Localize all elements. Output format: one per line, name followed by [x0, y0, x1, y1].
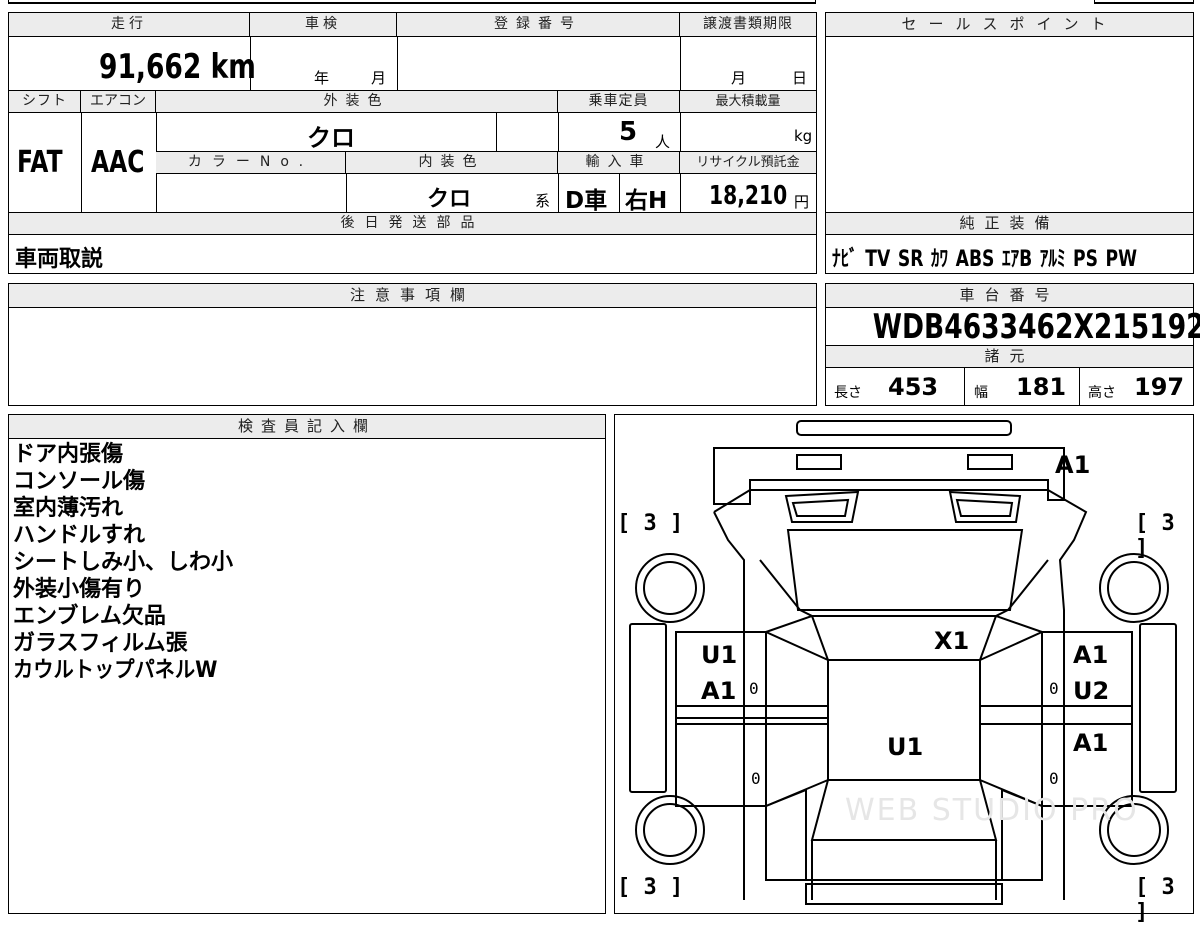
interior-color-header: 内装色: [346, 152, 558, 174]
length-label: 長さ: [834, 385, 862, 401]
sales-point-block: セールスポイント 純正装備 ﾅﾋﾞ TV SR ｶﾜ ABS ｴｱB ｱﾙﾐ P…: [825, 12, 1194, 274]
max-load-header: 最大積載量: [680, 91, 816, 113]
recycle-header: リサイクル預託金: [680, 152, 816, 174]
registration-header: 登録番号: [397, 13, 680, 37]
equipment-list: ﾅﾋﾞ TV SR ｶﾜ ABS ｴｱB ｱﾙﾐ PS PW: [832, 241, 1200, 273]
equipment-item: ｶﾜ: [930, 247, 949, 272]
inspection-year-unit: 年: [314, 69, 330, 87]
inspection-month-unit: 月: [371, 69, 387, 87]
import-header: 輸入車: [558, 152, 680, 174]
tire-tread-rear-left: [ 3 ]: [617, 875, 684, 900]
color-no-header: カラーNo.: [156, 152, 346, 174]
equipment-item: SR: [897, 247, 924, 272]
damage-mark-left-door-2: A1: [701, 677, 737, 705]
damage-mark-right-door-2: U2: [1073, 677, 1110, 705]
equipment-item: ｴｱB: [1001, 247, 1033, 272]
max-load-unit: kg: [794, 127, 813, 145]
inspector-note: ガラスフィルム張: [13, 631, 188, 656]
zero-mark: 0: [1049, 769, 1059, 788]
top-stub-row: [8, 0, 816, 4]
caution-header: 注意事項欄: [9, 284, 816, 308]
recycle-unit: 円: [794, 193, 810, 211]
aircon-value: AAC: [91, 145, 145, 180]
equipment-item: PS: [1073, 247, 1098, 272]
capacity-unit: 人: [655, 133, 671, 151]
width-label: 幅: [974, 385, 988, 401]
height-label: 高さ: [1088, 385, 1116, 401]
capacity-header: 乗車定員: [558, 91, 680, 113]
car-diagram-block: WEB STUDIO PRO A1 X1 U1 A1 A1 U2 U1 A1 0…: [614, 414, 1194, 925]
tire-tread-front-right: [ 3 ]: [1135, 511, 1175, 561]
inspector-note: 室内薄汚れ: [13, 496, 124, 521]
chassis-number: WDB4633462X215192: [872, 307, 1200, 347]
auction-sheet: 走行 車検 登録番号 譲渡書類期限 91,662 km 年 月 月 日 シフト …: [0, 0, 1200, 925]
caution-block: 注意事項欄: [8, 283, 817, 406]
later-parts-value: 車両取説: [15, 247, 104, 272]
zero-mark: 0: [749, 679, 759, 698]
specs-header: 諸元: [826, 346, 1193, 368]
equipment-header: 純正装備: [826, 213, 1193, 235]
capacity-value: 5: [619, 117, 638, 147]
exterior-color-header: 外装色: [156, 91, 558, 113]
damage-mark-left-door: U1: [701, 641, 738, 669]
watermark: WEB STUDIO PRO: [845, 793, 1139, 828]
height-value: 197: [1134, 373, 1185, 401]
equipment-item: PW: [1105, 247, 1138, 272]
aircon-header: エアコン: [81, 91, 156, 113]
interior-color-suffix: 系: [535, 192, 551, 210]
transfer-month-unit: 月: [731, 69, 747, 87]
inspector-note: 外装小傷有り: [13, 577, 146, 602]
interior-color-value: クロ: [427, 187, 472, 212]
damage-mark-right-door: A1: [1073, 641, 1109, 669]
equipment-item: ﾅﾋﾞ: [832, 247, 858, 272]
shift-value: FAT: [17, 145, 63, 180]
damage-mark-center: U1: [887, 733, 924, 761]
chassis-block: 車台番号 WDB4633462X215192 諸元 長さ 453 幅 181 高…: [825, 283, 1200, 406]
inspector-notes: ドア内張傷 コンソール傷 室内薄汚れ ハンドルすれ シートしみ小、しわ小 外装小…: [13, 441, 235, 684]
tire-tread-rear-right: [ 3 ]: [1135, 875, 1175, 925]
inspector-note: コンソール傷: [13, 469, 146, 494]
inspector-note: カウルトップパネルW: [13, 658, 218, 683]
vehicle-info-block: 走行 車検 登録番号 譲渡書類期限 91,662 km 年 月 月 日 シフト …: [8, 12, 817, 274]
import-dealer-value: D車: [565, 188, 608, 214]
inspector-note: エンブレム欠品: [13, 604, 166, 629]
damage-mark-right-rear-door: A1: [1073, 729, 1109, 757]
zero-mark: 0: [1049, 679, 1059, 698]
equipment-item: ABS: [955, 247, 995, 272]
damage-mark-rear: A1: [1055, 451, 1091, 479]
transfer-deadline-header: 譲渡書類期限: [680, 13, 816, 37]
inspector-note: ハンドルすれ: [13, 523, 146, 548]
equipment-item: ｱﾙﾐ: [1039, 247, 1066, 272]
transfer-day-unit: 日: [792, 69, 808, 87]
steering-value: 右H: [625, 188, 668, 214]
top-stub-right: [1094, 0, 1194, 4]
shift-header: シフト: [9, 91, 81, 113]
tire-tread-front-left: [ 3 ]: [617, 511, 684, 536]
mileage-value: 91,662 km: [99, 47, 256, 87]
inspection-header: 車検: [250, 13, 397, 37]
inspector-note: ドア内張傷: [13, 442, 124, 467]
inspector-block: 検査員記入欄 ドア内張傷 コンソール傷 室内薄汚れ ハンドルすれ シートしみ小、…: [8, 414, 606, 914]
equipment-item: TV: [865, 247, 891, 272]
exterior-color-value: クロ: [307, 124, 355, 152]
inspector-note: シートしみ小、しわ小: [13, 550, 234, 575]
sales-point-header: セールスポイント: [826, 13, 1193, 37]
mileage-header: 走行: [9, 13, 250, 37]
later-parts-header: 後日発送部品: [9, 213, 816, 235]
zero-mark: 0: [751, 769, 761, 788]
width-value: 181: [1016, 373, 1067, 401]
length-value: 453: [888, 373, 939, 401]
damage-mark-roof: X1: [934, 627, 970, 655]
chassis-header: 車台番号: [826, 284, 1193, 308]
inspector-header: 検査員記入欄: [9, 415, 605, 439]
